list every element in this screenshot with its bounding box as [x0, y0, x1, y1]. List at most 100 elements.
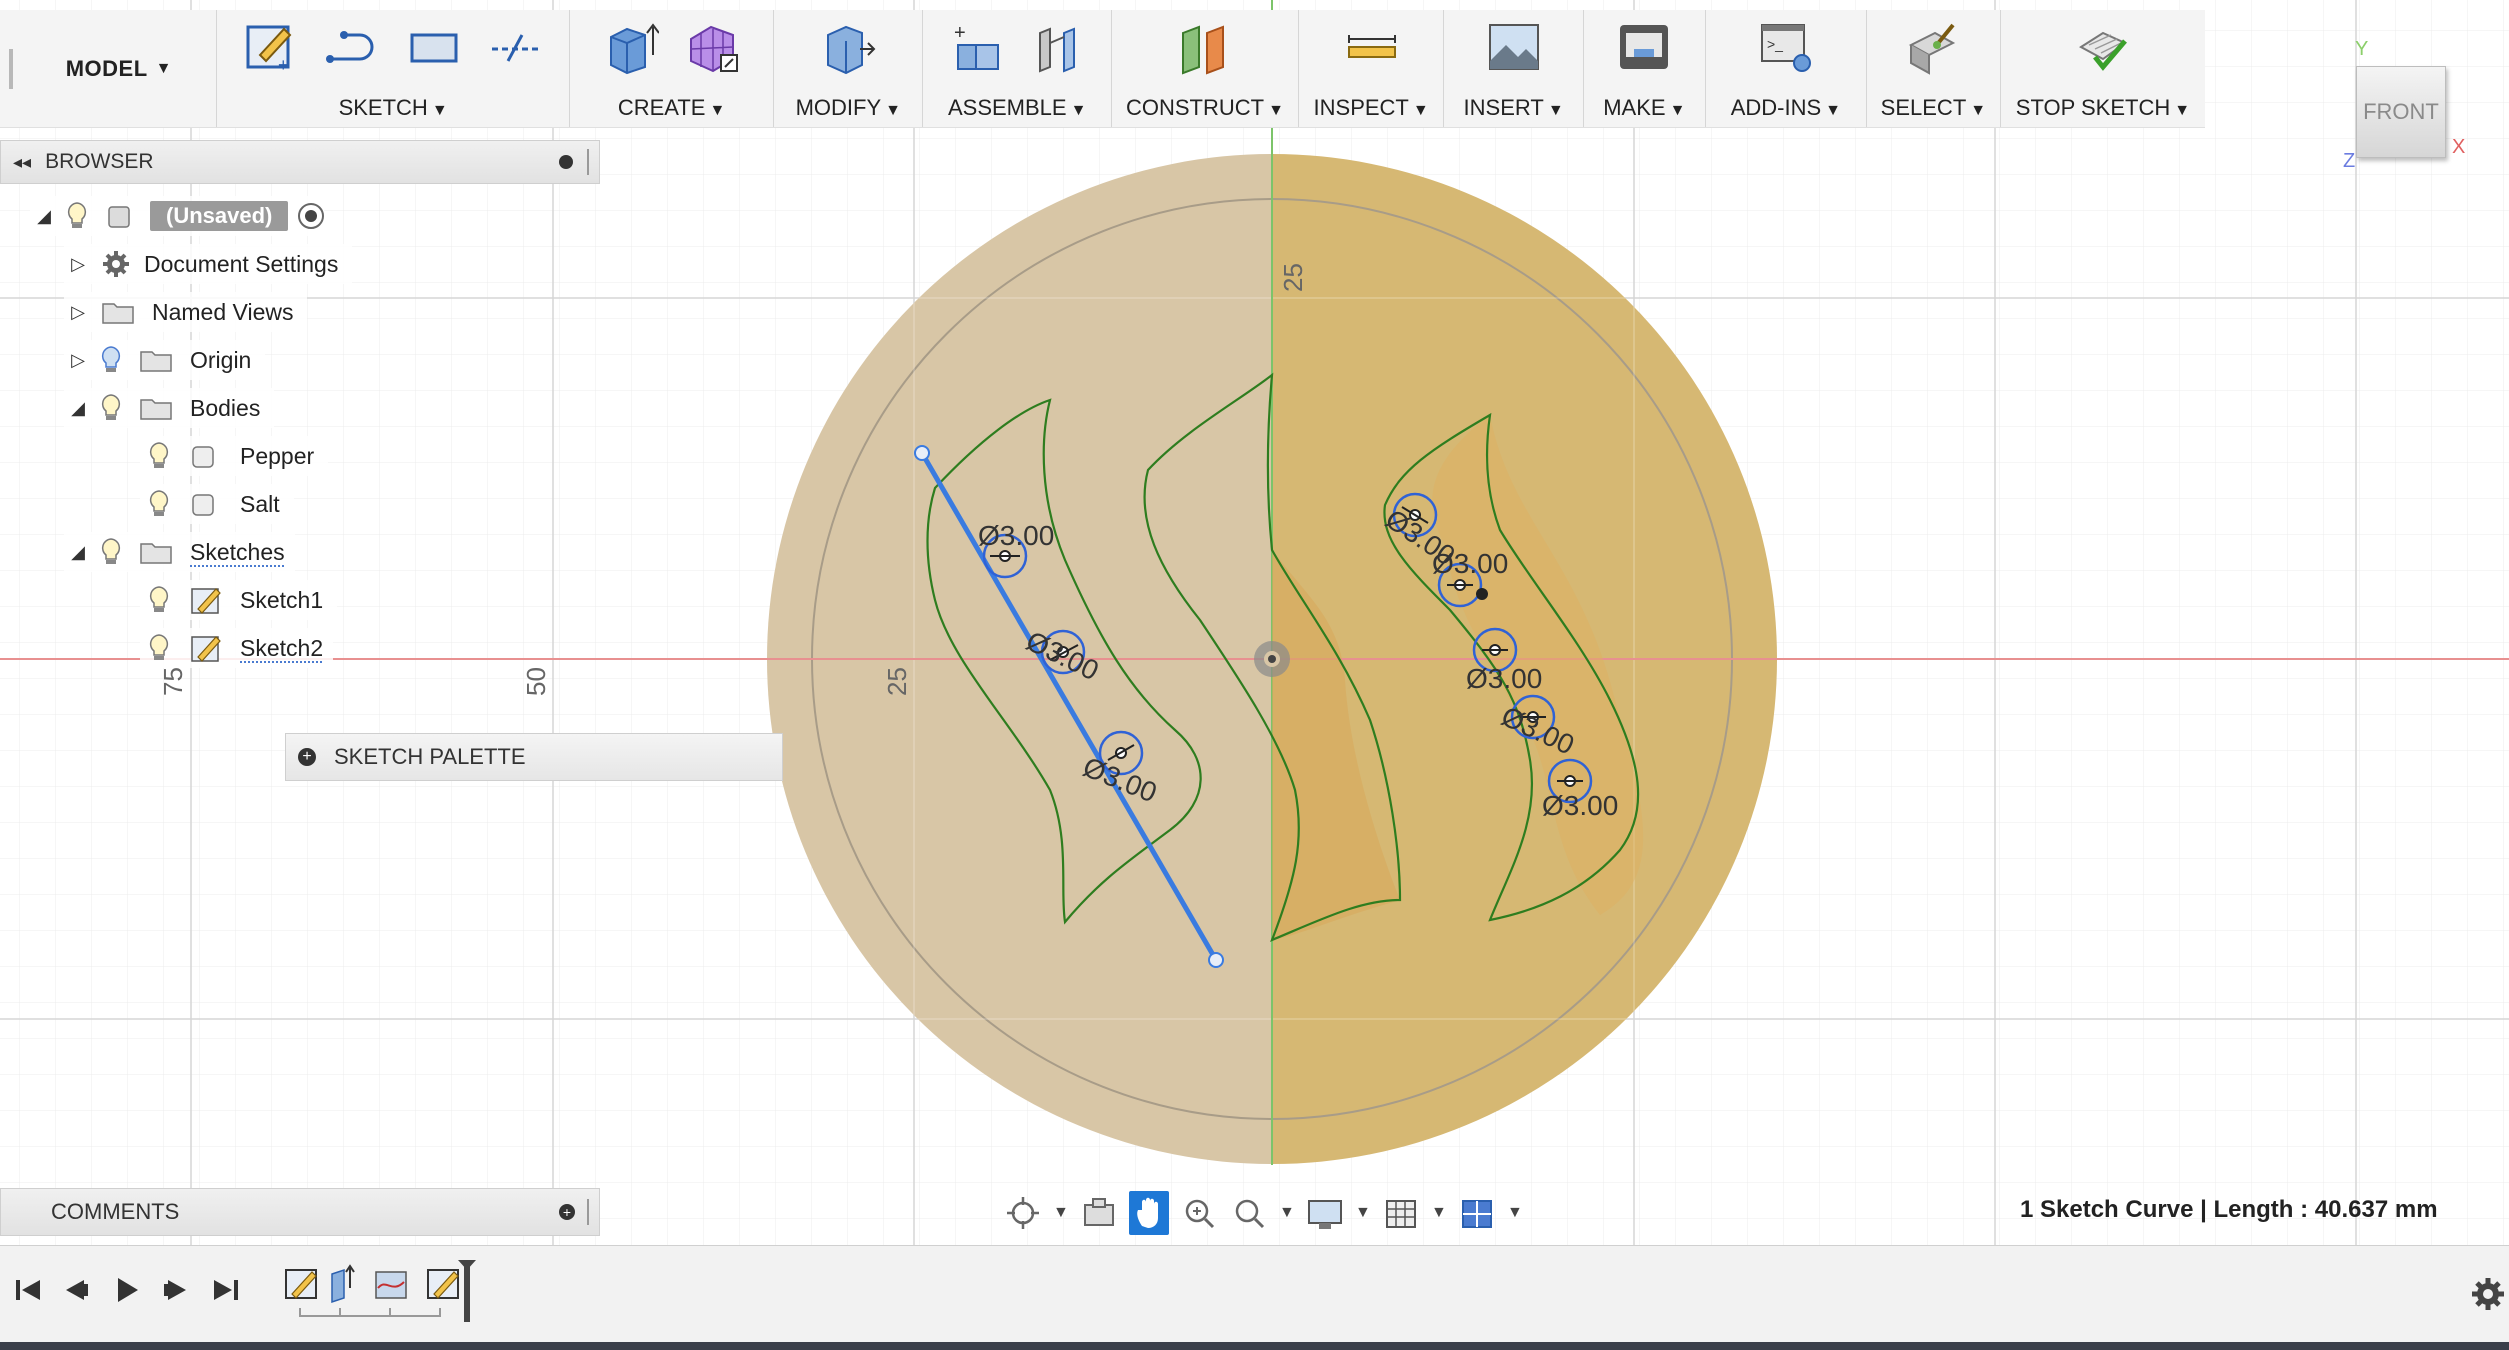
navigation-bar: ▼ ▼ ▼ ▼ ▼	[1003, 1188, 1523, 1238]
comments-panel[interactable]: COMMENTS +	[0, 1188, 600, 1236]
folder-icon	[140, 351, 172, 372]
expand-triangle-icon[interactable]: ▷	[64, 302, 92, 323]
sketch-palette-panel[interactable]: + SKETCH PALETTE	[285, 733, 783, 781]
insert-menu-label: INSERT	[1463, 95, 1544, 120]
zoom-dropdown-icon[interactable]: ▼	[1279, 1204, 1295, 1222]
add-comment-icon[interactable]: +	[559, 1204, 575, 1220]
modify-group[interactable]: MODIFY ▼	[774, 10, 924, 127]
lightbulb-icon[interactable]	[148, 585, 170, 615]
3d-print-icon[interactable]	[1616, 19, 1672, 75]
modify-menu-label: MODIFY	[795, 95, 882, 120]
create-sketch-icon[interactable]: +	[242, 19, 298, 75]
collapse-arrows-icon[interactable]: ◂◂	[13, 152, 31, 173]
display-settings-icon[interactable]	[1305, 1191, 1345, 1235]
tree-root[interactable]: ◢ (Unsaved)	[30, 196, 325, 236]
workspace-switcher[interactable]: MODEL ▼	[22, 10, 218, 127]
go-to-end-icon[interactable]	[206, 1270, 246, 1310]
lightbulb-icon[interactable]	[148, 633, 170, 663]
dim-label: Ø3.00	[1432, 548, 1508, 579]
lightbulb-icon[interactable]	[148, 489, 170, 519]
tree-item-sketch2[interactable]: Sketch2	[140, 628, 334, 668]
sketch-group[interactable]: + SKETCH ▼	[217, 10, 571, 127]
expand-triangle-icon[interactable]: ▷	[64, 254, 92, 275]
lightbulb-icon[interactable]	[148, 441, 170, 471]
grid-dropdown-icon[interactable]: ▼	[1431, 1204, 1447, 1222]
lightbulb-icon[interactable]	[100, 345, 122, 375]
joint-icon[interactable]	[1030, 19, 1086, 75]
construction-line-icon[interactable]	[488, 19, 544, 75]
folder-icon	[102, 303, 134, 324]
new-component-icon[interactable]: +	[948, 19, 1004, 75]
select-icon[interactable]	[1905, 19, 1961, 75]
tree-item-salt[interactable]: Salt	[140, 484, 294, 524]
extrude-icon[interactable]	[603, 19, 659, 75]
insert-group[interactable]: INSERT ▼	[1444, 10, 1584, 127]
stop-sketch-icon[interactable]	[2075, 19, 2131, 75]
document-name[interactable]: (Unsaved)	[150, 201, 289, 231]
folder-icon	[140, 543, 172, 564]
pin-icon[interactable]	[559, 155, 573, 169]
tree-item-document-settings[interactable]: ▷ Document Settings	[64, 244, 353, 284]
display-dropdown-icon[interactable]: ▼	[1355, 1204, 1371, 1222]
dim-label: Ø3.00	[1466, 663, 1542, 694]
component-icon	[108, 206, 130, 228]
select-menu-label: SELECT	[1880, 95, 1967, 120]
expand-triangle-icon[interactable]: ▷	[64, 350, 92, 371]
sketch-menu-label: SKETCH	[338, 95, 428, 120]
form-icon[interactable]	[685, 19, 741, 75]
play-icon[interactable]	[106, 1270, 146, 1310]
panel-grip[interactable]	[587, 149, 593, 175]
timeline-features[interactable]	[280, 1258, 480, 1328]
timeline-settings-gear-icon[interactable]	[2470, 1276, 2506, 1312]
orbit-dropdown-icon[interactable]: ▼	[1053, 1204, 1069, 1222]
sketch-palette-title: SKETCH PALETTE	[334, 744, 526, 769]
viewcube[interactable]: FRONT	[2356, 66, 2446, 158]
tree-item-sketch1[interactable]: Sketch1	[140, 580, 338, 620]
step-back-icon[interactable]	[56, 1270, 96, 1310]
construct-group[interactable]: CONSTRUCT ▼	[1112, 10, 1299, 127]
offset-plane-icon[interactable]	[1177, 19, 1233, 75]
toolbar-grip[interactable]	[0, 10, 22, 127]
stop-sketch-group[interactable]: STOP SKETCH ▼	[2001, 10, 2205, 127]
activate-radio-icon[interactable]	[298, 203, 325, 229]
make-group[interactable]: MAKE ▼	[1584, 10, 1706, 127]
select-group[interactable]: SELECT ▼	[1867, 10, 2001, 127]
insert-image-icon[interactable]	[1486, 19, 1542, 75]
panel-grip[interactable]	[587, 1199, 593, 1225]
lightbulb-icon[interactable]	[100, 393, 122, 423]
inspect-group[interactable]: INSPECT ▼	[1299, 10, 1445, 127]
zoom-icon[interactable]	[1229, 1191, 1269, 1235]
tree-item-named-views[interactable]: ▷ Named Views	[64, 292, 308, 332]
browser-header[interactable]: ◂◂ BROWSER	[0, 140, 600, 184]
grid-snaps-icon[interactable]	[1381, 1191, 1421, 1235]
tree-item-origin[interactable]: ▷ Origin	[64, 340, 266, 380]
go-to-start-icon[interactable]	[8, 1270, 48, 1310]
collapse-triangle-icon[interactable]: ◢	[30, 206, 58, 227]
collapse-triangle-icon[interactable]: ◢	[64, 542, 92, 563]
design-canvas[interactable]: Ø3.00 Ø3.00 Ø3.00 Ø3.00 Ø3.00 Ø3.00 Ø3.0…	[0, 0, 2509, 1245]
expand-plus-icon[interactable]: +	[298, 748, 316, 766]
pan-button[interactable]	[1129, 1191, 1169, 1235]
scripts-addins-icon[interactable]: >_	[1758, 19, 1814, 75]
line-icon[interactable]	[324, 19, 380, 75]
tree-item-sketches[interactable]: ◢ Sketches	[64, 532, 295, 572]
create-group[interactable]: CREATE ▼	[570, 10, 775, 127]
measure-icon[interactable]	[1343, 19, 1399, 75]
step-forward-icon[interactable]	[156, 1270, 196, 1310]
viewports-dropdown-icon[interactable]: ▼	[1507, 1204, 1523, 1222]
assemble-group[interactable]: + ASSEMBLE ▼	[923, 10, 1112, 127]
lightbulb-icon[interactable]	[66, 201, 88, 231]
viewports-icon[interactable]	[1457, 1191, 1497, 1235]
addins-group[interactable]: >_ ADD-INS ▼	[1706, 10, 1867, 127]
tree-item-label: Pepper	[240, 442, 315, 469]
zoom-window-icon[interactable]	[1179, 1191, 1219, 1235]
look-at-icon[interactable]	[1079, 1191, 1119, 1235]
origin-point[interactable]	[1254, 641, 1290, 677]
rectangle-icon[interactable]	[406, 19, 462, 75]
tree-item-pepper[interactable]: Pepper	[140, 436, 329, 476]
lightbulb-icon[interactable]	[100, 537, 122, 567]
tree-item-bodies[interactable]: ◢ Bodies	[64, 388, 275, 428]
press-pull-icon[interactable]	[820, 19, 876, 75]
collapse-triangle-icon[interactable]: ◢	[64, 398, 92, 419]
orbit-icon[interactable]	[1003, 1191, 1043, 1235]
